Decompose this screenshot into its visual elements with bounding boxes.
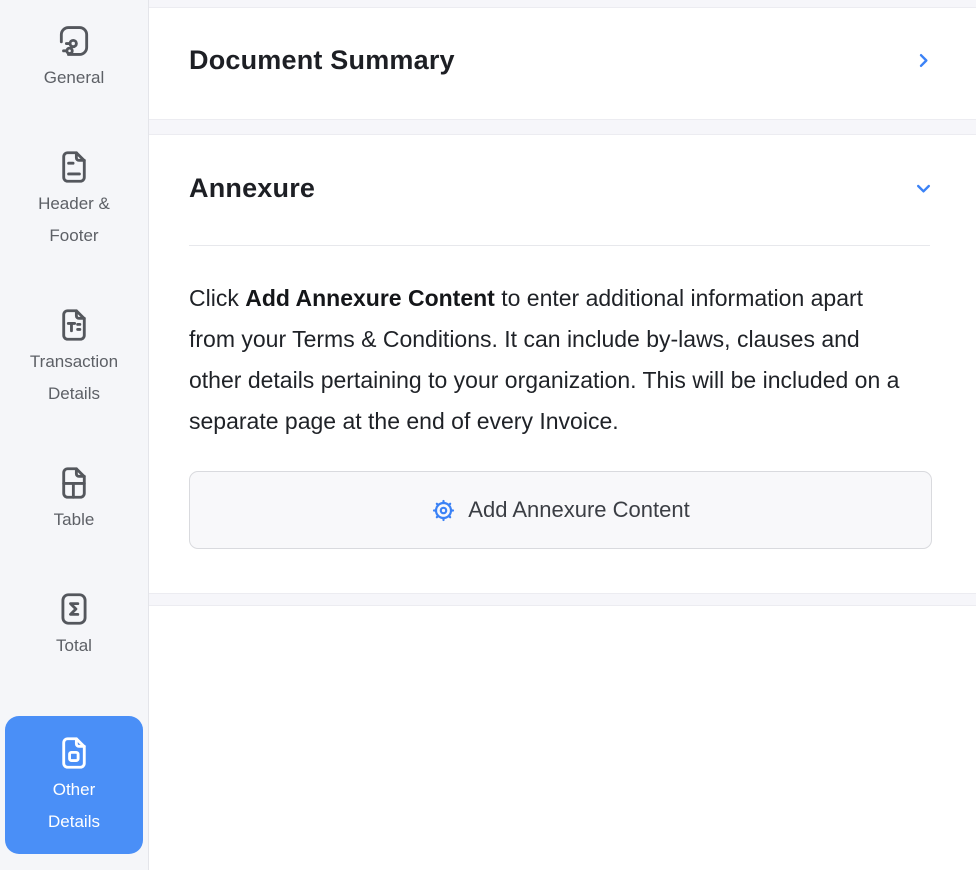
sidebar-item-header-footer[interactable]: Header & Footer bbox=[24, 148, 124, 252]
sidebar-item-label: General bbox=[43, 68, 105, 87]
annexure-description-prefix: Click bbox=[189, 285, 246, 311]
header-footer-icon bbox=[55, 148, 93, 186]
sidebar-item-label: Header & Footer bbox=[38, 194, 110, 245]
document-summary-section: Document Summary bbox=[149, 8, 976, 119]
add-annexure-content-button[interactable]: Add Annexure Content bbox=[189, 471, 932, 549]
sidebar-item-other-details[interactable]: Other Details bbox=[5, 716, 143, 854]
annexure-header-divider bbox=[189, 245, 930, 246]
sidebar-item-table[interactable]: Table bbox=[53, 464, 95, 536]
sidebar: General Header & Footer Transaction Deta… bbox=[0, 0, 149, 870]
section-divider-band bbox=[149, 593, 976, 606]
sidebar-item-label: Table bbox=[53, 510, 95, 529]
transaction-details-icon bbox=[55, 306, 93, 344]
annexure-description: Click Add Annexure Content to enter addi… bbox=[189, 278, 901, 442]
annexure-title: Annexure bbox=[189, 173, 316, 203]
document-summary-header[interactable]: Document Summary bbox=[189, 45, 932, 76]
total-icon bbox=[55, 590, 93, 628]
sidebar-item-label: Total bbox=[56, 636, 92, 655]
general-icon bbox=[55, 22, 93, 60]
section-divider-band bbox=[149, 0, 976, 8]
document-summary-title: Document Summary bbox=[189, 45, 455, 75]
chevron-down-icon[interactable] bbox=[915, 180, 932, 197]
gear-icon bbox=[431, 498, 456, 523]
sidebar-item-general[interactable]: General bbox=[44, 22, 104, 94]
sidebar-item-label: Other Details bbox=[48, 780, 100, 831]
section-divider-band bbox=[149, 119, 976, 135]
annexure-header[interactable]: Annexure bbox=[189, 173, 932, 204]
template-customization-panel: General Header & Footer Transaction Deta… bbox=[0, 0, 976, 870]
sidebar-item-transaction-details[interactable]: Transaction Details bbox=[24, 306, 124, 410]
annexure-description-bold: Add Annexure Content bbox=[245, 285, 495, 311]
settings-content: Document Summary Annexure Click Add Anne… bbox=[149, 0, 976, 870]
sidebar-item-label: Transaction Details bbox=[29, 352, 119, 403]
table-icon bbox=[55, 464, 93, 502]
add-annexure-content-label: Add Annexure Content bbox=[468, 497, 690, 522]
chevron-right-icon[interactable] bbox=[915, 52, 932, 69]
annexure-section: Annexure Click Add Annexure Content to e… bbox=[149, 135, 976, 593]
sidebar-item-total[interactable]: Total bbox=[55, 590, 93, 662]
other-details-icon bbox=[55, 734, 93, 772]
